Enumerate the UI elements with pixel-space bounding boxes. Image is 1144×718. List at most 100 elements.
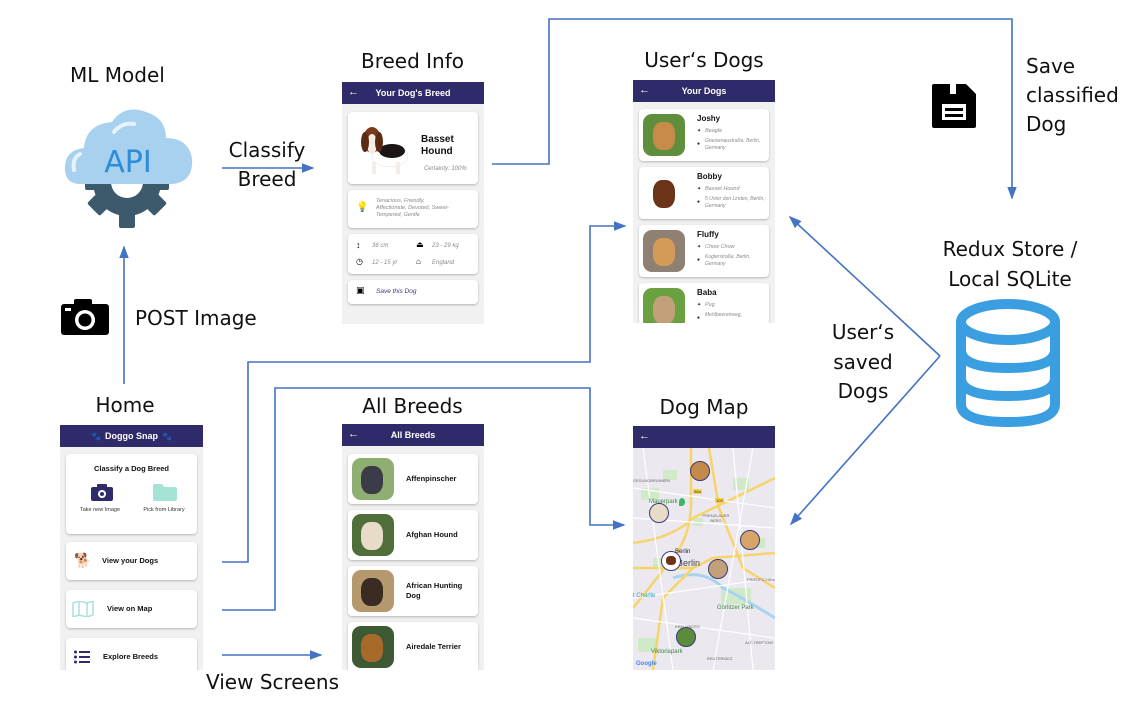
weight-value: 23 - 29 kg [432, 243, 459, 249]
camera-icon [91, 484, 113, 501]
back-arrow-icon[interactable]: ← [348, 86, 359, 98]
breed-list-item[interactable]: Afghan Hound [348, 510, 478, 560]
save-icon: ▣ [356, 285, 365, 295]
edge-label-saved-3: Dogs [837, 379, 889, 403]
dog-location: Gneisenaustraße, Berlin, Germany [705, 138, 761, 151]
breed-name-line1: Basset [421, 134, 454, 145]
classify-card: Classify a Dog Breed Take new Image Pick… [66, 454, 197, 534]
take-image-label: Take new Image [79, 507, 121, 513]
edge-label-view-screens: View Screens [206, 670, 339, 694]
dog-location: Mehlbeerenweg, [705, 312, 742, 318]
breed-name-line2: Hound [421, 146, 453, 157]
breeds-list: Affenpinscher Afghan Hound African Hunting… [342, 454, 484, 670]
map-icon [72, 601, 94, 617]
breed-list-item[interactable]: African Hunting Dog [348, 566, 478, 616]
view-map-button[interactable]: View on Map [66, 590, 197, 628]
pick-library-button[interactable]: Pick from Library [132, 484, 196, 524]
camera-icon [60, 298, 110, 336]
label-home: Home [95, 393, 155, 417]
home-screen: 🐾 Doggo Snap 🐾 Classify a Dog Breed Take… [60, 425, 203, 670]
appbar-title: Your Dogs [681, 86, 727, 96]
paw-icon-left: 🐾 [91, 431, 101, 441]
map-label-goerlitzer: Görlitzer Park [717, 605, 754, 611]
height-value: 36 cm [372, 243, 389, 249]
map-marker-icon: ⌂ [416, 257, 421, 266]
map-label-friedrichshain: FRIEDRICHSHAIN [747, 577, 775, 582]
location-pin-icon: ● [697, 199, 701, 205]
explore-breeds-button[interactable]: Explore Breeds [66, 638, 197, 670]
map-label-gesundbrunnen: GESUNDBRUNNEN [633, 478, 670, 483]
back-arrow-icon[interactable]: ← [639, 84, 650, 96]
dog-photo [643, 288, 685, 323]
breed-name: Affenpinscher [406, 474, 457, 483]
label-breed-info: Breed Info [360, 49, 465, 73]
breed-list-item[interactable]: Affenpinscher [348, 454, 478, 504]
location-pin-icon: ● [697, 141, 701, 147]
app-title: Doggo Snap [105, 431, 158, 441]
map-pin-basset[interactable] [661, 551, 681, 571]
database-icon [953, 298, 1063, 428]
appbar-title: All Breeds [390, 430, 436, 440]
dog-list-item[interactable]: Baba ✦ Pug ● Mehlbeerenweg, [639, 283, 769, 323]
breed-name: African Hunting Dog [406, 581, 463, 600]
certainty-text: Certainty: 100% [424, 166, 467, 172]
label-ml-model: ML Model [70, 63, 165, 87]
dog-list-item[interactable]: Joshy ✦ Beagle ● Gneisenaustraße, Berlin, Ge… [639, 109, 769, 161]
dog-breed-icon: ✦ [697, 302, 702, 308]
take-image-button[interactable]: Take new Image [72, 484, 128, 524]
dog-breed: Beagle [705, 128, 723, 134]
edge-label-save-3: Dog [1026, 112, 1067, 136]
location-pin-icon: ● [697, 315, 701, 321]
breed-photo [352, 514, 394, 556]
dog-photo [643, 172, 685, 214]
dog-map-screen: ← GESUNDBRUNNEN Mauerpark PRENZLAUER BER… [633, 426, 775, 670]
floppy-save-icon [930, 82, 978, 130]
map-label-charlie: t Charlie [633, 593, 656, 599]
location-pin-icon: ● [697, 257, 701, 263]
dog-name: Joshy [697, 114, 721, 123]
api-cloud-gear-icon: API [62, 100, 197, 230]
map-label-viktoriapark: Viktoriapark [651, 649, 683, 655]
dog-location: Kuglerstraße, Berlin, Germany [705, 254, 751, 267]
temperament-card: 💡 Tenacious, Friendly, Affectionate, Dev… [348, 190, 478, 228]
home-appbar: 🐾 Doggo Snap 🐾 [60, 425, 203, 447]
save-dog-button[interactable]: ▣ Save this Dog [348, 280, 478, 304]
dog-breed-icon: ✦ [697, 186, 702, 192]
map-pin-chihuahua[interactable] [740, 530, 760, 550]
map-pin-afghan[interactable] [649, 503, 669, 523]
edge-label-post-image: POST Image [135, 306, 257, 330]
back-arrow-icon[interactable]: ← [348, 428, 359, 440]
dog-list-item[interactable]: Bobby ✦ Basset Hound ● 5 Unter den Linden, B… [639, 167, 769, 219]
breed-name: Basset Hound [421, 134, 454, 158]
edge-label-save-1: Save [1026, 54, 1076, 78]
map-pin-chow-chow[interactable] [690, 461, 710, 481]
users-dogs-appbar: ← Your Dogs [633, 80, 775, 102]
dog-map-appbar: ← [633, 426, 775, 448]
explore-breeds-label: Explore Breeds [103, 652, 159, 661]
dog-photo [643, 230, 685, 272]
lightbulb-icon: 💡 [356, 202, 369, 213]
breed-photo [352, 458, 394, 500]
pick-library-label: Pick from Library [143, 507, 185, 513]
view-dogs-button[interactable]: 🐕 View your Dogs [66, 542, 197, 580]
breed-info-appbar: ← Your Dog's Breed [342, 82, 484, 104]
label-users-dogs: User‘s Dogs [644, 48, 764, 72]
map-pin-beagle[interactable] [676, 627, 696, 647]
dog-list-item[interactable]: Fluffy ✦ Chow Chow ● Kuglerstraße, Berlin, G… [639, 225, 769, 277]
map-pin-pug[interactable] [708, 559, 728, 579]
breed-photo [352, 626, 394, 668]
breed-list-item[interactable]: Airedale Terrier [348, 622, 478, 670]
classify-title: Classify a Dog Breed [93, 464, 170, 473]
appbar-title: Your Dog's Breed [375, 88, 451, 98]
back-arrow-icon[interactable]: ← [639, 430, 650, 442]
label-store-1: Redux Store / [942, 237, 1078, 261]
map-view[interactable]: GESUNDBRUNNEN Mauerpark PRENZLAUER BERG … [633, 447, 775, 670]
edge-label-classify-1: Classify [228, 138, 306, 162]
dog-breed-icon: ✦ [697, 128, 702, 134]
dog-photo [643, 114, 685, 156]
breed-name: Afghan Hound [406, 530, 458, 539]
weight-icon: ⏏ [416, 240, 424, 249]
dog-breed: Chow Chow [705, 244, 735, 250]
edge-label-saved-1: User‘s [831, 320, 895, 344]
park-pin-icon [679, 498, 685, 506]
